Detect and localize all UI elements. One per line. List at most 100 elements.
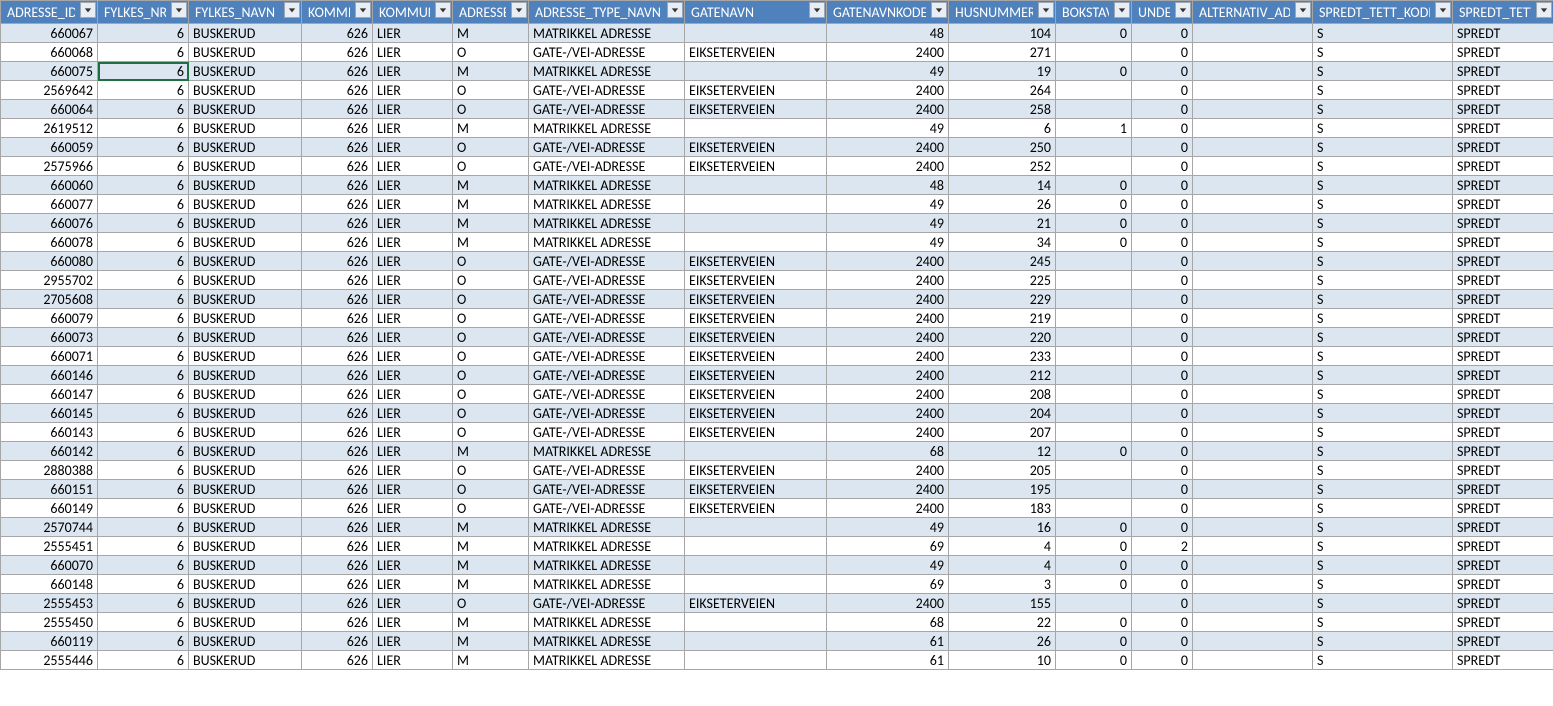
cell-husnummer[interactable]: 229 <box>949 290 1056 309</box>
cell-alternativ_ad[interactable] <box>1193 271 1313 290</box>
cell-kommune_navn[interactable]: LIER <box>373 385 453 404</box>
cell-kommune_nr[interactable]: 626 <box>302 480 373 499</box>
cell-kommune_navn[interactable]: LIER <box>373 499 453 518</box>
cell-gatenavn[interactable]: EIKSETERVEIEN <box>685 404 827 423</box>
cell-under[interactable]: 0 <box>1132 461 1193 480</box>
cell-bokstav[interactable] <box>1056 366 1132 385</box>
cell-under[interactable]: 2 <box>1132 537 1193 556</box>
column-header-adresse_type[interactable]: ADRESSE <box>453 1 529 24</box>
cell-spredt_tett_n[interactable]: SPREDT <box>1453 442 1553 461</box>
cell-bokstav[interactable] <box>1056 328 1132 347</box>
cell-gatenavnkode[interactable]: 2400 <box>827 138 949 157</box>
cell-gatenavn[interactable]: EIKSETERVEIEN <box>685 366 827 385</box>
cell-fylkes_nr[interactable]: 6 <box>98 404 189 423</box>
cell-kommune_navn[interactable]: LIER <box>373 480 453 499</box>
cell-fylkes_nr[interactable]: 6 <box>98 385 189 404</box>
cell-fylkes_navn[interactable]: BUSKERUD <box>189 442 302 461</box>
cell-kommune_navn[interactable]: LIER <box>373 309 453 328</box>
cell-husnummer[interactable]: 258 <box>949 100 1056 119</box>
cell-adresse_type_navn[interactable]: GATE-/VEI-ADRESSE <box>529 366 685 385</box>
cell-adresse_id[interactable]: 660075 <box>1 62 98 81</box>
cell-husnummer[interactable]: 6 <box>949 119 1056 138</box>
cell-gatenavn[interactable] <box>685 24 827 43</box>
cell-fylkes_nr[interactable]: 6 <box>98 328 189 347</box>
cell-fylkes_navn[interactable]: BUSKERUD <box>189 518 302 537</box>
cell-under[interactable]: 0 <box>1132 138 1193 157</box>
cell-fylkes_nr[interactable]: 6 <box>98 233 189 252</box>
cell-adresse_type_navn[interactable]: GATE-/VEI-ADRESSE <box>529 309 685 328</box>
cell-adresse_type_navn[interactable]: MATRIKKEL ADRESSE <box>529 632 685 651</box>
cell-kommune_nr[interactable]: 626 <box>302 499 373 518</box>
cell-kommune_navn[interactable]: LIER <box>373 138 453 157</box>
cell-gatenavnkode[interactable]: 2400 <box>827 43 949 62</box>
cell-gatenavnkode[interactable]: 2400 <box>827 461 949 480</box>
cell-spredt_tett_kode[interactable]: S <box>1313 632 1453 651</box>
cell-adresse_type[interactable]: M <box>453 518 529 537</box>
column-header-spredt_tett_kode[interactable]: SPREDT_TETT_KODE <box>1313 1 1453 24</box>
cell-adresse_type[interactable]: O <box>453 138 529 157</box>
cell-adresse_type_navn[interactable]: GATE-/VEI-ADRESSE <box>529 43 685 62</box>
cell-fylkes_nr[interactable]: 6 <box>98 651 189 670</box>
cell-kommune_navn[interactable]: LIER <box>373 556 453 575</box>
cell-alternativ_ad[interactable] <box>1193 499 1313 518</box>
cell-gatenavn[interactable]: EIKSETERVEIEN <box>685 157 827 176</box>
cell-adresse_type[interactable]: M <box>453 176 529 195</box>
cell-adresse_id[interactable]: 660070 <box>1 556 98 575</box>
cell-spredt_tett_n[interactable]: SPREDT <box>1453 24 1553 43</box>
cell-husnummer[interactable]: 4 <box>949 556 1056 575</box>
cell-adresse_type_navn[interactable]: GATE-/VEI-ADRESSE <box>529 480 685 499</box>
cell-adresse_id[interactable]: 2575966 <box>1 157 98 176</box>
cell-kommune_nr[interactable]: 626 <box>302 138 373 157</box>
cell-adresse_id[interactable]: 660076 <box>1 214 98 233</box>
cell-husnummer[interactable]: 233 <box>949 347 1056 366</box>
cell-adresse_id[interactable]: 660064 <box>1 100 98 119</box>
cell-kommune_nr[interactable]: 626 <box>302 176 373 195</box>
cell-husnummer[interactable]: 245 <box>949 252 1056 271</box>
cell-spredt_tett_kode[interactable]: S <box>1313 480 1453 499</box>
cell-under[interactable]: 0 <box>1132 100 1193 119</box>
cell-fylkes_nr[interactable]: 6 <box>98 366 189 385</box>
cell-under[interactable]: 0 <box>1132 328 1193 347</box>
cell-adresse_type_navn[interactable]: GATE-/VEI-ADRESSE <box>529 423 685 442</box>
cell-adresse_id[interactable]: 660145 <box>1 404 98 423</box>
cell-adresse_id[interactable]: 2555446 <box>1 651 98 670</box>
cell-under[interactable]: 0 <box>1132 423 1193 442</box>
cell-gatenavn[interactable] <box>685 632 827 651</box>
cell-husnummer[interactable]: 34 <box>949 233 1056 252</box>
cell-adresse_id[interactable]: 660060 <box>1 176 98 195</box>
cell-kommune_nr[interactable]: 626 <box>302 43 373 62</box>
cell-adresse_type_navn[interactable]: MATRIKKEL ADRESSE <box>529 119 685 138</box>
cell-kommune_navn[interactable]: LIER <box>373 24 453 43</box>
cell-bokstav[interactable] <box>1056 290 1132 309</box>
cell-gatenavnkode[interactable]: 2400 <box>827 480 949 499</box>
cell-adresse_type_navn[interactable]: GATE-/VEI-ADRESSE <box>529 499 685 518</box>
cell-kommune_navn[interactable]: LIER <box>373 632 453 651</box>
cell-adresse_type_navn[interactable]: GATE-/VEI-ADRESSE <box>529 404 685 423</box>
cell-husnummer[interactable]: 195 <box>949 480 1056 499</box>
column-header-alternativ_ad[interactable]: ALTERNATIV_AD <box>1193 1 1313 24</box>
cell-adresse_type[interactable]: M <box>453 233 529 252</box>
cell-fylkes_navn[interactable]: BUSKERUD <box>189 100 302 119</box>
cell-bokstav[interactable] <box>1056 480 1132 499</box>
cell-alternativ_ad[interactable] <box>1193 404 1313 423</box>
cell-kommune_nr[interactable]: 626 <box>302 347 373 366</box>
cell-under[interactable]: 0 <box>1132 290 1193 309</box>
cell-gatenavn[interactable]: EIKSETERVEIEN <box>685 385 827 404</box>
cell-kommune_navn[interactable]: LIER <box>373 100 453 119</box>
cell-adresse_id[interactable]: 2570744 <box>1 518 98 537</box>
cell-spredt_tett_n[interactable]: SPREDT <box>1453 309 1553 328</box>
cell-spredt_tett_n[interactable]: SPREDT <box>1453 575 1553 594</box>
cell-fylkes_navn[interactable]: BUSKERUD <box>189 328 302 347</box>
cell-alternativ_ad[interactable] <box>1193 157 1313 176</box>
cell-kommune_navn[interactable]: LIER <box>373 613 453 632</box>
cell-gatenavnkode[interactable]: 49 <box>827 518 949 537</box>
cell-alternativ_ad[interactable] <box>1193 233 1313 252</box>
cell-gatenavnkode[interactable]: 61 <box>827 651 949 670</box>
cell-kommune_navn[interactable]: LIER <box>373 575 453 594</box>
cell-fylkes_navn[interactable]: BUSKERUD <box>189 480 302 499</box>
cell-spredt_tett_kode[interactable]: S <box>1313 347 1453 366</box>
cell-gatenavn[interactable] <box>685 176 827 195</box>
cell-spredt_tett_n[interactable]: SPREDT <box>1453 81 1553 100</box>
cell-fylkes_navn[interactable]: BUSKERUD <box>189 461 302 480</box>
column-header-adresse_type_navn[interactable]: ADRESSE_TYPE_NAVN <box>529 1 685 24</box>
